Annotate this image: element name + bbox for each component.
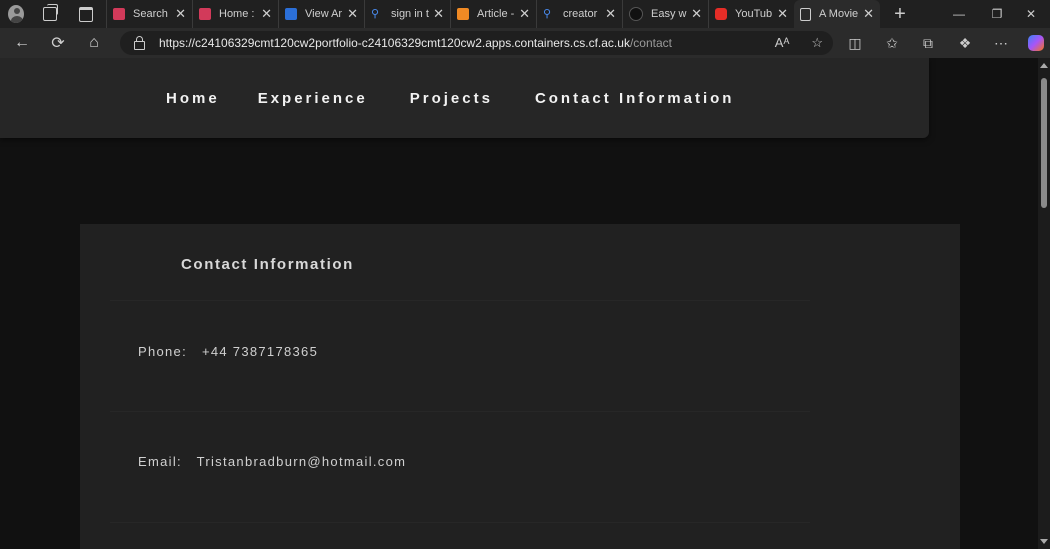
refresh-icon[interactable]: ⟳: [40, 28, 76, 58]
divider: [110, 300, 810, 301]
close-icon[interactable]: ✕: [519, 6, 530, 22]
browser-tab[interactable]: ⚲ sign in t ✕: [364, 0, 450, 28]
close-icon[interactable]: ✕: [605, 6, 616, 22]
contact-card: Contact Information Phone: +44 738717836…: [80, 224, 960, 549]
tab-title: Search: [133, 8, 168, 20]
close-icon[interactable]: ✕: [691, 6, 702, 22]
browser-tab[interactable]: View Ar ✕: [278, 0, 364, 28]
scroll-down-icon[interactable]: [1040, 539, 1048, 544]
grid-icon: [113, 8, 125, 20]
close-window-icon[interactable]: ✕: [1012, 0, 1050, 28]
tab-title: YouTub: [735, 8, 773, 20]
split-screen-icon[interactable]: ◫: [840, 28, 870, 58]
close-icon[interactable]: ✕: [433, 6, 444, 22]
contact-heading: Contact Information: [181, 256, 354, 273]
lock-icon[interactable]: [134, 35, 145, 50]
nav-link-experience[interactable]: Experience: [258, 90, 368, 107]
profile-button[interactable]: [0, 0, 28, 28]
page-icon: [800, 7, 811, 21]
email-value: Tristanbradburn@hotmail.com: [196, 454, 407, 469]
browser-tab[interactable]: Article - ✕: [450, 0, 536, 28]
youtube-icon: [715, 8, 727, 20]
favorite-star-icon[interactable]: ☆: [811, 35, 823, 51]
favorites-icon[interactable]: ✩: [877, 28, 907, 58]
extensions-icon[interactable]: ❖: [950, 28, 980, 58]
phone-value: +44 7387178365: [201, 344, 319, 359]
url-path: /contact: [629, 36, 672, 50]
workspaces-icon: [43, 4, 58, 21]
browser-tab[interactable]: ⚲ creator ✕: [536, 0, 622, 28]
tab-title: View Ar: [305, 8, 343, 20]
tab-actions-button[interactable]: [72, 0, 100, 28]
divider: [110, 522, 810, 523]
nav-link-projects[interactable]: Projects: [410, 90, 493, 107]
minimize-icon[interactable]: —: [940, 0, 978, 28]
nav-link-home[interactable]: Home: [166, 90, 220, 107]
close-icon[interactable]: ✕: [777, 6, 788, 22]
scroll-up-icon[interactable]: [1040, 63, 1048, 68]
close-icon[interactable]: ✕: [175, 6, 186, 22]
back-icon[interactable]: ←: [4, 28, 40, 58]
browser-tab[interactable]: Home : ✕: [192, 0, 278, 28]
collections-icon[interactable]: ⧉: [913, 28, 943, 58]
tab-title: Article -: [477, 8, 515, 20]
tab-actions-icon: [79, 6, 93, 22]
read-aloud-icon[interactable]: Aᴬ: [775, 35, 790, 51]
email-row: Email: Tristanbradburn@hotmail.com: [138, 454, 406, 469]
search-icon: ⚲: [543, 8, 552, 20]
app-icon: [285, 8, 297, 20]
phone-label: Phone:: [138, 344, 188, 359]
t-icon: [457, 8, 469, 20]
more-menu-icon[interactable]: ⋯: [986, 28, 1016, 58]
copilot-icon[interactable]: [1021, 28, 1050, 58]
tab-title: sign in t: [391, 8, 429, 20]
close-icon[interactable]: ✕: [863, 6, 874, 22]
restore-icon[interactable]: ❐: [978, 0, 1016, 28]
phone-row: Phone: +44 7387178365: [138, 344, 318, 359]
divider: [110, 411, 810, 412]
tab-strip: Search ✕ Home : ✕ View Ar ✕ ⚲ sign in t …: [0, 0, 1050, 28]
search-icon: ⚲: [371, 8, 380, 20]
url-host: https://c24106329cmt120cw2portfolio-c241…: [159, 36, 630, 50]
tab-title: Home :: [219, 8, 255, 20]
site-navbar: Home Experience Projects Contact Informa…: [0, 58, 929, 138]
profile-icon: [8, 5, 24, 23]
new-tab-icon[interactable]: +: [886, 3, 914, 26]
grid-icon: [199, 8, 211, 20]
close-icon[interactable]: ✕: [261, 6, 272, 22]
tab-title: A Movie: [819, 8, 859, 20]
tab-title: Easy wa: [651, 8, 687, 20]
nav-link-contact[interactable]: Contact Information: [535, 90, 735, 107]
page-viewport: Home Experience Projects Contact Informa…: [0, 58, 1038, 549]
email-label: Email:: [138, 454, 182, 469]
address-bar[interactable]: https://c24106329cmt120cw2portfolio-c241…: [120, 31, 833, 55]
workspaces-button[interactable]: [36, 0, 64, 28]
browser-tab-active[interactable]: A Movie ✕: [794, 0, 880, 28]
tab-title: creator: [563, 8, 598, 20]
browser-tab[interactable]: Search ✕: [106, 0, 192, 28]
circle-icon: [629, 7, 643, 21]
home-icon[interactable]: ⌂: [76, 28, 112, 58]
browser-tab[interactable]: YouTub ✕: [708, 0, 794, 28]
scrollbar-thumb[interactable]: [1041, 78, 1047, 208]
browser-tab[interactable]: Easy wa ✕: [622, 0, 708, 28]
close-icon[interactable]: ✕: [347, 6, 358, 22]
scrollbar[interactable]: [1038, 58, 1050, 549]
nav-links: Home Experience Projects Contact Informa…: [166, 90, 772, 107]
